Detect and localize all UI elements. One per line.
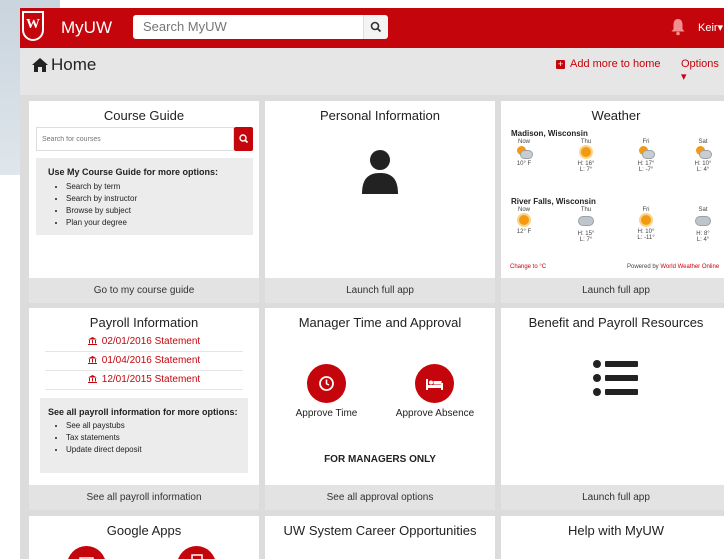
mail-icon	[79, 557, 94, 559]
weather-forecast: Madison, Wisconsin Now 10° F Thu H: 16° …	[501, 101, 724, 303]
course-guide-title: Course Guide	[103, 108, 185, 123]
forecast-day: Thu H: 15° L: 7°	[577, 207, 595, 243]
career-opportunities-card: UW System Career Opportunities	[265, 516, 495, 559]
weather-location-name: River Falls, Wisconsin	[511, 197, 596, 206]
personal-information-footer-link[interactable]: Launch full app	[265, 278, 495, 303]
payroll-options-box: See all payroll information for more opt…	[40, 398, 248, 473]
list-item[interactable]: See all paystubs	[66, 420, 248, 432]
bed-icon	[426, 379, 443, 390]
google-apps-title: Google Apps	[106, 523, 182, 538]
google-app-button[interactable]	[67, 546, 106, 559]
approve-absence-label[interactable]: Approve Absence	[393, 408, 477, 419]
payroll-information-card: Payroll Information 02/01/2016 Statement…	[29, 308, 259, 510]
approve-absence-button[interactable]	[415, 364, 454, 403]
list-item: Search by instructor	[66, 193, 253, 205]
weather-attribution: Powered by World Weather Online	[627, 264, 720, 270]
user-menu[interactable]: Keir▾	[698, 21, 723, 34]
weather-card: Weather Madison, Wisconsin Now 10° F Thu…	[501, 101, 724, 303]
list-item: Browse by subject	[66, 205, 253, 217]
partly-cloudy-icon	[696, 146, 712, 159]
list-item[interactable]: Update direct deposit	[66, 444, 248, 456]
sun-icon	[641, 215, 651, 225]
page-header: Home + Add more to home Options ▾	[20, 48, 724, 95]
change-units-link[interactable]: Change to °C	[510, 264, 546, 270]
manager-time-title: Manager Time and Approval	[298, 315, 462, 330]
clock-icon	[319, 376, 334, 391]
benefit-payroll-title: Benefit and Payroll Resources	[528, 315, 704, 330]
partly-cloudy-icon	[639, 146, 655, 159]
forecast-day: Thu H: 16° L: 7°	[577, 139, 595, 173]
top-navigation-bar: W MyUW Keir▾	[20, 8, 724, 48]
course-guide-footer-link[interactable]: Go to my course guide	[29, 278, 259, 303]
payroll-statement-link[interactable]: 02/01/2016 Statement	[45, 333, 243, 352]
add-more-to-home-link[interactable]: + Add more to home	[556, 58, 661, 70]
search-field	[133, 15, 363, 39]
list-item: Plan your degree	[66, 217, 253, 229]
sun-icon	[581, 147, 591, 157]
payroll-statement-link[interactable]: 12/01/2015 Statement	[45, 371, 243, 390]
approve-time-button[interactable]	[307, 364, 346, 403]
forecast-day: Sat H: 10° L: 4°	[694, 139, 712, 173]
search-input[interactable]	[133, 15, 358, 37]
forecast-day: Fri H: 17° L: -7°	[637, 139, 655, 173]
forecast-day: Fri H: 10° L: -11°	[637, 207, 655, 241]
list-icon	[593, 360, 638, 396]
forecast-day: Now 12° F	[516, 207, 532, 235]
weather-footer-link[interactable]: Launch full app	[501, 278, 724, 303]
search-icon	[370, 21, 382, 33]
benefit-payroll-resources-card: Benefit and Payroll Resources Launch ful…	[501, 308, 724, 510]
bank-icon	[87, 356, 97, 364]
course-guide-options-heading: Use My Course Guide for more options:	[48, 167, 219, 177]
benefit-footer-link[interactable]: Launch full app	[501, 485, 724, 510]
notification-bell-icon[interactable]	[671, 18, 685, 36]
options-menu[interactable]: Options ▾	[681, 58, 724, 83]
help-title: Help with MyUW	[567, 523, 665, 538]
bank-icon	[87, 375, 97, 383]
google-apps-card: Google Apps	[29, 516, 259, 559]
partly-cloudy-icon	[517, 146, 533, 159]
cloud-icon	[695, 216, 711, 226]
app-title[interactable]: MyUW	[61, 18, 112, 38]
add-more-label: Add more to home	[570, 58, 661, 70]
search-icon	[239, 134, 249, 144]
list-item[interactable]: Tax statements	[66, 432, 248, 444]
bank-icon	[87, 337, 97, 345]
cloud-icon	[578, 216, 594, 226]
course-search-button[interactable]	[234, 127, 253, 151]
personal-information-title: Personal Information	[320, 108, 440, 123]
personal-information-card: Personal Information Launch full app	[265, 101, 495, 303]
payroll-options-heading: See all payroll information for more opt…	[48, 407, 238, 417]
person-icon	[362, 150, 398, 194]
manager-time-footer-link[interactable]: See all approval options	[265, 485, 495, 510]
document-icon	[191, 554, 203, 559]
course-guide-options-box: Use My Course Guide for more options: Se…	[36, 158, 253, 235]
plus-square-icon: +	[556, 58, 565, 69]
forecast-day: Now 10° F	[516, 139, 533, 167]
course-search-field	[36, 127, 234, 151]
search-button[interactable]	[363, 15, 388, 39]
help-card: Help with MyUW	[501, 516, 724, 559]
career-opportunities-title: UW System Career Opportunities	[283, 523, 477, 538]
managers-only-note: FOR MANAGERS ONLY	[324, 454, 436, 465]
myuw-app: W MyUW Keir▾ Home + Add more to home Opt…	[20, 8, 724, 559]
approve-time-label[interactable]: Approve Time	[293, 408, 360, 419]
course-search-input[interactable]	[37, 129, 227, 150]
uw-logo[interactable]: W	[22, 11, 44, 41]
payroll-footer-link[interactable]: See all payroll information	[29, 485, 259, 510]
weather-location-name: Madison, Wisconsin	[511, 129, 588, 138]
world-weather-online-link[interactable]: World Weather Online	[660, 264, 719, 270]
payroll-information-title: Payroll Information	[89, 315, 199, 330]
home-icon	[32, 58, 48, 72]
payroll-statement-link[interactable]: 01/04/2016 Statement	[45, 352, 243, 371]
google-app-button[interactable]	[177, 546, 216, 559]
list-item: Search by term	[66, 181, 253, 193]
manager-time-approval-card: Manager Time and Approval Approve Time A…	[265, 308, 495, 510]
page-title: Home	[51, 55, 97, 74]
sun-icon	[519, 215, 529, 225]
forecast-day: Sat H: 8° L: 4°	[695, 207, 711, 243]
course-guide-card: Course Guide Use My Course Guide for mor…	[29, 101, 259, 303]
